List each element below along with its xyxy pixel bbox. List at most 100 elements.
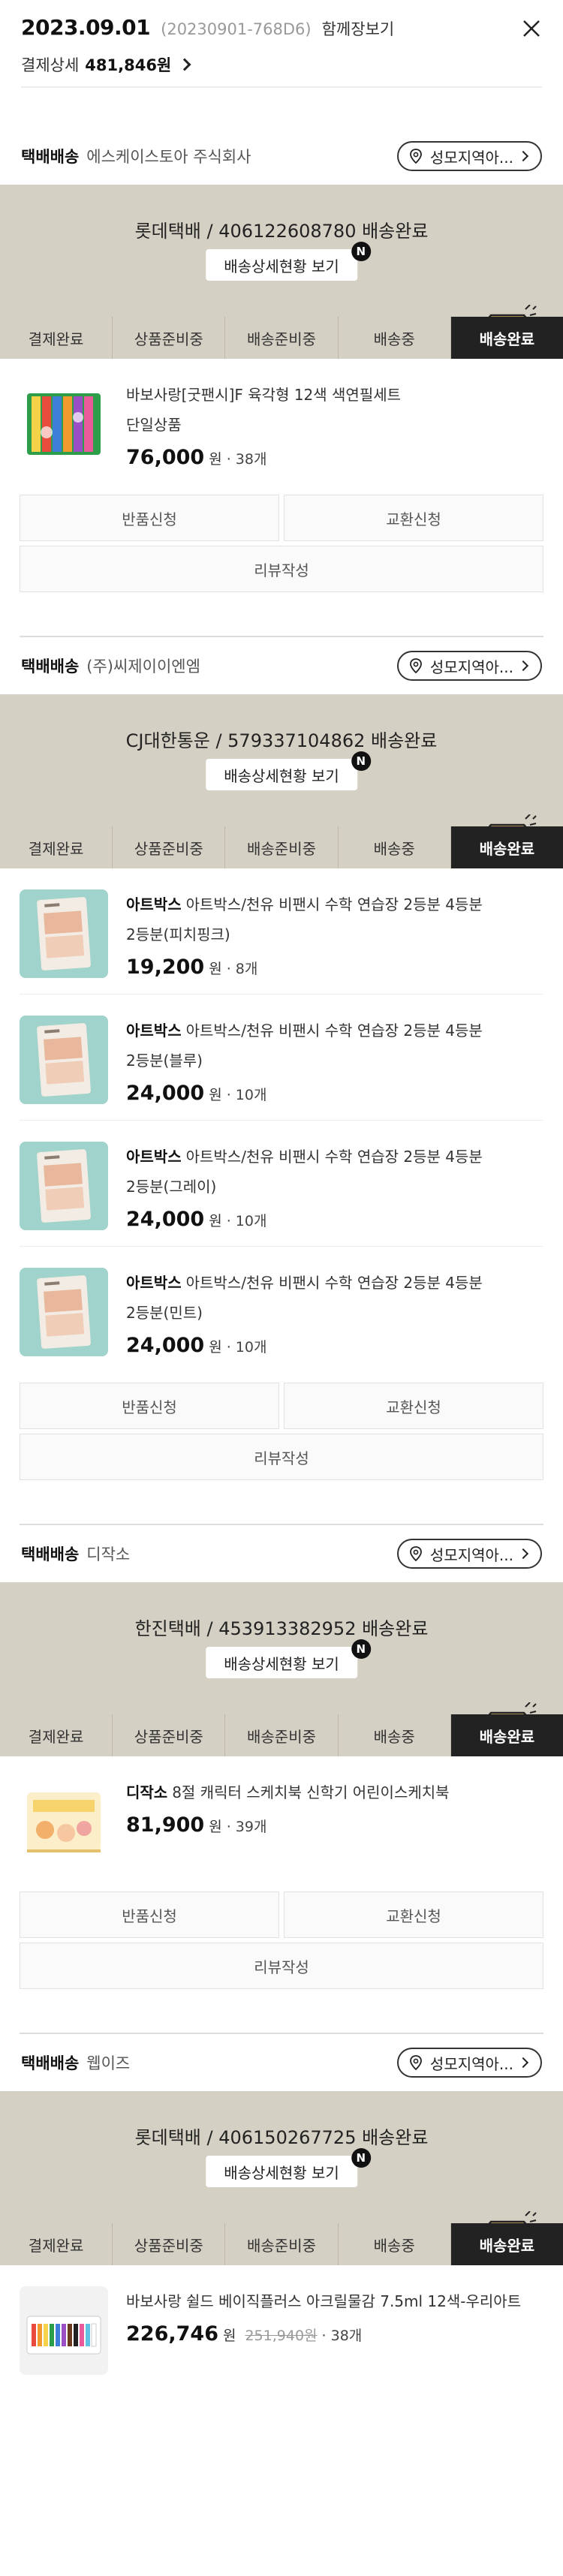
return-request-button[interactable]: 반품신청 — [20, 1383, 279, 1429]
action-row: 반품신청 교환신청 — [20, 495, 543, 541]
tracking-info: 롯데택배 / 406150267725 배송완료 — [134, 2127, 429, 2148]
seller-label: 디작소 — [86, 1545, 131, 1563]
order-item[interactable]: 아트박스 아트박스/천유 비팬시 수학 연습장 2등분 4등분 2등분(블루) 24,… — [20, 995, 543, 1121]
product-brand: 아트박스 — [126, 1274, 182, 1292]
seller-name: 택배배송 웹이즈 — [21, 2051, 130, 2074]
price-line: 24,000 원 · 10개 — [126, 1208, 543, 1231]
product-thumbnail[interactable] — [20, 889, 108, 978]
new-badge: N — [351, 2148, 371, 2168]
product-title-text: 8절 캐릭터 스케치북 신학기 어린이스케치북 — [172, 1783, 450, 1801]
chevron-right-icon — [517, 660, 529, 672]
product-thumbnail[interactable] — [20, 380, 108, 468]
currency-unit: 원 — [209, 1213, 222, 1229]
location-pin-icon — [410, 149, 422, 164]
product-thumbnail[interactable] — [20, 1268, 108, 1356]
return-request-button[interactable]: 반품신청 — [20, 495, 279, 541]
product-quantity: · 10개 — [226, 1339, 267, 1356]
product-quantity: · 10개 — [226, 1087, 267, 1103]
exchange-request-button[interactable]: 교환신청 — [284, 495, 543, 541]
chevron-right-icon — [178, 58, 191, 71]
tracking-detail-label: 배송상세현황 보기 — [224, 2163, 339, 2182]
product-quantity: · 39개 — [226, 1819, 267, 1835]
product-title[interactable]: 디작소 8절 캐릭터 스케치북 신학기 어린이스케치북 — [126, 1777, 543, 1807]
new-badge: N — [351, 751, 371, 771]
payment-detail-link[interactable]: 결제상세 481,846원 — [21, 53, 542, 76]
order-item[interactable]: 아트박스 아트박스/천유 비팬시 수학 연습장 2등분 4등분 2등분(피치핑크) 1… — [20, 868, 543, 995]
action-row: 리뷰작성 — [20, 546, 543, 592]
location-pin-icon — [410, 658, 422, 674]
order-item[interactable]: 바보사랑 쉴드 베이직플러스 아크릴물감 7.5ml 12색-우리아트 226,7… — [20, 2265, 543, 2390]
product-price: 24,000 — [126, 1082, 205, 1105]
seller-label: 에스케이스토아 주식회사 — [86, 148, 251, 166]
return-request-button[interactable]: 반품신청 — [20, 1891, 279, 1938]
order-item[interactable]: 아트박스 아트박스/천유 비팬시 수학 연습장 2등분 4등분 2등분(민트) 24,… — [20, 1247, 543, 1372]
product-option: 2등분(블루) — [126, 1052, 203, 1070]
product-thumbnail[interactable] — [20, 1016, 108, 1104]
store-location-button[interactable]: 성모지역아... — [396, 141, 542, 171]
close-button[interactable] — [516, 14, 546, 44]
location-pin-icon — [410, 1546, 422, 1562]
product-price: 24,000 — [126, 1208, 205, 1231]
product-info: 바보사랑[굿팬시]F 육각형 12색 색연필세트 단일상품 76,000 원 · 38개 — [126, 380, 543, 469]
store-location-button[interactable]: 성모지역아... — [396, 651, 542, 681]
tracking-detail-button[interactable]: 배송상세현황 보기 N — [206, 1639, 371, 1678]
action-buttons: 반품신청 교환신청 리뷰작성 — [0, 1891, 563, 1989]
together-view-link[interactable]: 함께장보기 — [322, 17, 395, 40]
payment-label: 결제상세 — [21, 56, 80, 74]
action-row: 반품신청 교환신청 — [20, 1383, 543, 1429]
delivery-step: 배송완료 — [450, 1714, 563, 1756]
order-item[interactable]: 바보사랑[굿팬시]F 육각형 12색 색연필세트 단일상품 76,000 원 · 38개 — [20, 359, 543, 484]
exchange-request-button[interactable]: 교환신청 — [284, 1891, 543, 1938]
write-review-button[interactable]: 리뷰작성 — [20, 546, 543, 592]
product-title[interactable]: 아트박스 아트박스/천유 비팬시 수학 연습장 2등분 4등분 — [126, 1142, 543, 1172]
product-title[interactable]: 바보사랑 쉴드 베이직플러스 아크릴물감 7.5ml 12색-우리아트 — [126, 2286, 543, 2316]
delivery-step: 결제완료 — [0, 2223, 113, 2265]
close-icon — [523, 20, 540, 37]
seller-name: 택배배송 디작소 — [21, 1542, 130, 1565]
order-number: (20230901-768D6) — [161, 20, 312, 38]
product-info: 아트박스 아트박스/천유 비팬시 수학 연습장 2등분 4등분 2등분(피치핑크) 1… — [126, 889, 543, 979]
item-list: 바보사랑[굿팬시]F 육각형 12색 색연필세트 단일상품 76,000 원 · 38개 — [0, 359, 563, 484]
product-price: 19,200 — [126, 955, 205, 979]
product-thumbnail[interactable] — [20, 1142, 108, 1230]
product-brand: 디작소 — [126, 1783, 168, 1801]
product-option: 2등분(민트) — [126, 1304, 203, 1322]
store-location-button[interactable]: 성모지역아... — [396, 2048, 542, 2078]
order-line: 2023.09.01 (20230901-768D6) 함께장보기 — [21, 15, 542, 40]
tracking-banner: 한진택배 / 453913382952 배송완료 배송상세현황 보기 N 결제완료… — [0, 1582, 563, 1756]
tracking-info: 한진택배 / 453913382952 배송완료 — [134, 1618, 429, 1639]
write-review-button[interactable]: 리뷰작성 — [20, 1434, 543, 1480]
seller-name: 택배배송 (주)씨제이이엔엠 — [21, 655, 200, 677]
order-item[interactable]: 디작소 8절 캐릭터 스케치북 신학기 어린이스케치북 81,900 원 · 39개 — [20, 1756, 543, 1881]
item-list: 아트박스 아트박스/천유 비팬시 수학 연습장 2등분 4등분 2등분(피치핑크) 1… — [0, 868, 563, 1372]
delivery-steps: 결제완료 상품준비중 배송준비중 배송중 배송완료 — [0, 826, 563, 868]
tracking-detail-button[interactable]: 배송상세현황 보기 N — [206, 2148, 371, 2187]
product-title[interactable]: 아트박스 아트박스/천유 비팬시 수학 연습장 2등분 4등분 — [126, 1016, 543, 1046]
product-thumbnail[interactable] — [20, 2286, 108, 2375]
product-title[interactable]: 바보사랑[굿팬시]F 육각형 12색 색연필세트 — [126, 380, 543, 410]
order-item[interactable]: 아트박스 아트박스/천유 비팬시 수학 연습장 2등분 4등분 2등분(그레이) 24… — [20, 1121, 543, 1247]
payment-amount: 481,846원 — [85, 56, 172, 74]
store-button-label: 성모지역아... — [429, 2054, 513, 2073]
product-title[interactable]: 아트박스 아트박스/천유 비팬시 수학 연습장 2등분 4등분 — [126, 1268, 543, 1298]
tracking-banner: CJ대한통운 / 579337104862 배송완료 배송상세현황 보기 N 결제… — [0, 694, 563, 868]
delivery-step: 배송중 — [339, 1714, 451, 1756]
exchange-request-button[interactable]: 교환신청 — [284, 1383, 543, 1429]
chevron-right-icon — [517, 2057, 529, 2069]
divider — [21, 86, 542, 88]
tracking-detail-button[interactable]: 배송상세현황 보기 N — [206, 242, 371, 281]
action-row: 반품신청 교환신청 — [20, 1891, 543, 1938]
store-location-button[interactable]: 성모지역아... — [396, 1539, 542, 1569]
product-title-text: 아트박스/천유 비팬시 수학 연습장 2등분 4등분 — [185, 1022, 483, 1040]
write-review-button[interactable]: 리뷰작성 — [20, 1943, 543, 1989]
product-title[interactable]: 아트박스 아트박스/천유 비팬시 수학 연습장 2등분 4등분 — [126, 889, 543, 919]
product-price: 76,000 — [126, 446, 205, 469]
tracking-detail-button[interactable]: 배송상세현황 보기 N — [206, 751, 371, 790]
shipment-section: 택배배송 에스케이스토아 주식회사 성모지역아... 롯데택배 / 4061226… — [0, 128, 563, 637]
seller-row: 택배배송 디작소 성모지역아... — [0, 1525, 563, 1582]
order-header: 2023.09.01 (20230901-768D6) 함께장보기 결제상세 4… — [0, 0, 563, 128]
product-thumbnail[interactable] — [20, 1777, 108, 1866]
action-row: 리뷰작성 — [20, 1434, 543, 1480]
shipment-section: 택배배송 웹이즈 성모지역아... 롯데택배 / 406150267725 배송완… — [0, 2034, 563, 2390]
product-info: 아트박스 아트박스/천유 비팬시 수학 연습장 2등분 4등분 2등분(그레이) 24… — [126, 1142, 543, 1231]
